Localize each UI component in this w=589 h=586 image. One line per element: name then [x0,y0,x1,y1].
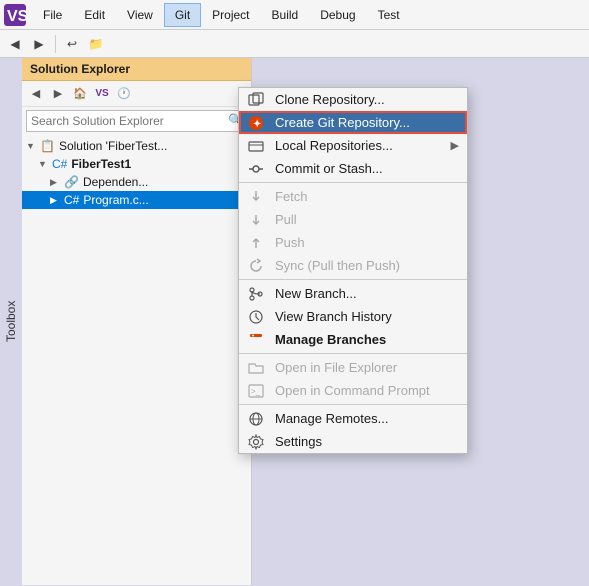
menu-open-file-explorer: Open in File Explorer [239,356,467,379]
manage-branches-label: Manage Branches [275,332,386,347]
push-icon [247,234,265,252]
menu-pull: Pull [239,208,467,231]
local-repos-arrow: ▶ [451,139,459,152]
menu-build[interactable]: Build [261,3,310,27]
toolbar-btn-folder[interactable]: 📁 [85,33,107,55]
history-icon [247,308,265,326]
menu-new-branch[interactable]: New Branch... [239,282,467,305]
manage-branch-icon [247,331,265,349]
main-layout: Toolbox Solution Explorer ◀ ▶ 🏠 VS 🕐 🔍 ▼… [0,58,589,585]
menu-sync: Sync (Pull then Push) [239,254,467,277]
toolbar-row: ◀ ▶ ↩ 📁 [0,30,589,58]
view-history-label: View Branch History [275,309,392,324]
menu-local-repositories[interactable]: Local Repositories... ▶ [239,134,467,157]
menu-fetch: Fetch [239,185,467,208]
folder-icon [247,359,265,377]
settings-label: Settings [275,434,322,449]
menu-test[interactable]: Test [367,3,411,27]
svg-text:✦: ✦ [253,119,261,130]
separator-3 [239,353,467,354]
create-git-icon: ✦ [247,114,265,132]
menu-clone-repository[interactable]: Clone Repository... [239,88,467,111]
local-repos-label: Local Repositories... [275,138,393,153]
menu-edit[interactable]: Edit [73,3,116,27]
menu-debug[interactable]: Debug [309,3,366,27]
menu-manage-branches[interactable]: Manage Branches [239,328,467,351]
menu-git[interactable]: Git [164,3,201,27]
clone-icon [247,91,265,109]
menu-project[interactable]: Project [201,3,260,27]
vs-logo-icon: VS [4,4,26,26]
svg-text:VS: VS [7,8,26,25]
forward-button[interactable]: ▶ [28,33,50,55]
menu-commit-stash[interactable]: Commit or Stash... [239,157,467,180]
sync-icon [247,257,265,275]
menu-items: File Edit View Git Project Build Debug T… [32,3,411,27]
fetch-icon [247,188,265,206]
gear-icon [247,433,265,451]
menu-open-cmd: >_ Open in Command Prompt [239,379,467,402]
open-explorer-label: Open in File Explorer [275,360,397,375]
pull-label: Pull [275,212,297,227]
separator-2 [239,279,467,280]
svg-text:>_: >_ [251,387,261,396]
open-cmd-label: Open in Command Prompt [275,383,430,398]
push-label: Push [275,235,305,250]
commit-icon [247,160,265,178]
menu-file[interactable]: File [32,3,73,27]
undo-button[interactable]: ↩ [61,33,83,55]
git-dropdown-menu: Clone Repository... ✦ Create Git Reposit… [238,87,468,454]
menu-manage-remotes[interactable]: Manage Remotes... [239,407,467,430]
menu-create-git-repository[interactable]: ✦ Create Git Repository... [239,111,467,134]
toolbar-separator [55,35,56,53]
new-branch-label: New Branch... [275,286,357,301]
fetch-label: Fetch [275,189,308,204]
separator-4 [239,404,467,405]
menu-git-settings[interactable]: Settings [239,430,467,453]
local-repo-icon [247,137,265,155]
menu-bar: VS File Edit View Git Project Build Debu… [0,0,589,30]
back-button[interactable]: ◀ [4,33,26,55]
commit-stash-label: Commit or Stash... [275,161,383,176]
dropdown-overlay: Clone Repository... ✦ Create Git Reposit… [0,58,589,585]
menu-view[interactable]: View [116,3,164,27]
remotes-icon [247,410,265,428]
cmd-icon: >_ [247,382,265,400]
manage-remotes-label: Manage Remotes... [275,411,388,426]
menu-push: Push [239,231,467,254]
create-git-label: Create Git Repository... [275,115,410,130]
sync-label: Sync (Pull then Push) [275,258,400,273]
pull-icon [247,211,265,229]
new-branch-icon [247,285,265,303]
separator-1 [239,182,467,183]
menu-view-branch-history[interactable]: View Branch History [239,305,467,328]
clone-label: Clone Repository... [275,92,385,107]
